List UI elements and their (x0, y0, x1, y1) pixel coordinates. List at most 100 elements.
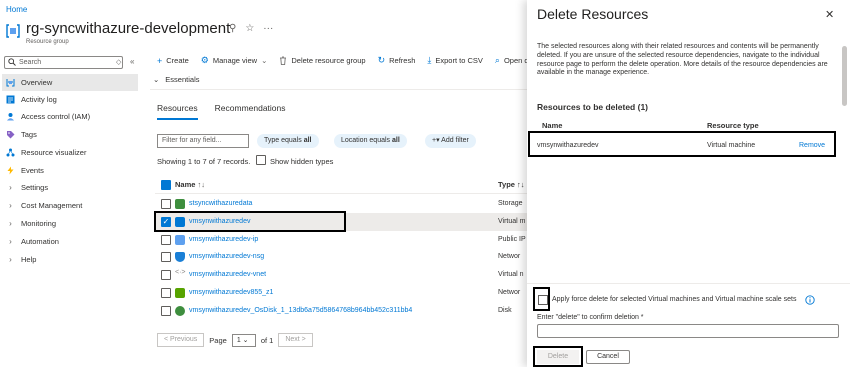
info-icon[interactable] (805, 295, 815, 305)
resource-name-link[interactable]: stsyncwithazuredata (189, 200, 252, 207)
refresh-label: Refresh (389, 56, 416, 65)
sidebar-item-iam[interactable]: Access control (IAM) (2, 108, 138, 125)
close-icon[interactable]: ✕ (825, 8, 834, 21)
sidebar-option-icon[interactable]: ◇ (116, 58, 121, 66)
confirm-delete-input[interactable] (537, 324, 839, 338)
overview-icon (6, 79, 15, 87)
location-filter-pill[interactable]: Location equals all (334, 134, 407, 148)
column-header-type[interactable]: Type ↑↓ (498, 180, 525, 189)
resource-name-link[interactable]: vmsynwithazuredev-vnet (189, 271, 266, 278)
resource-type: Networ (498, 253, 521, 260)
sidebar-item-cost-management[interactable]: › Cost Management (2, 197, 138, 214)
resource-name-link[interactable]: vmsynwithazuredev-ip (189, 236, 258, 243)
resource-type: Virtual n (498, 271, 524, 278)
resource-name-link[interactable]: vmsynwithazuredev855_z1 (189, 289, 273, 296)
scrollbar[interactable] (842, 46, 847, 106)
chevron-right-icon: › (9, 255, 12, 264)
pin-icon[interactable]: ⚲ (229, 23, 236, 34)
sidebar-item-label: Tags (21, 130, 37, 139)
delete-resource-group-button[interactable]: Delete resource group (279, 55, 366, 66)
next-page-button[interactable]: Next > (278, 333, 313, 347)
events-icon (7, 166, 14, 175)
tab-recommendations[interactable]: Recommendations (215, 103, 286, 120)
divider (155, 193, 527, 194)
type-filter-label: Type equals (264, 137, 302, 144)
row-checkbox[interactable] (161, 306, 171, 316)
divider (527, 283, 850, 284)
essentials-label: Essentials (165, 75, 200, 84)
row-checkbox[interactable] (161, 288, 171, 298)
filter-input[interactable]: Filter for any field... (157, 134, 249, 148)
chevron-down-icon: ⌄ (153, 75, 160, 84)
row-checkbox[interactable] (161, 270, 171, 280)
add-filter-button[interactable]: +▾ Add filter (425, 134, 476, 148)
resource-type: Storage (498, 200, 523, 207)
sidebar-item-monitoring[interactable]: › Monitoring (2, 215, 138, 232)
show-hidden-label: Show hidden types (270, 157, 334, 166)
row-checkbox[interactable] (161, 235, 171, 245)
table-row[interactable]: <·> vmsynwithazuredev-vnet Virtual n (155, 266, 527, 284)
cancel-button[interactable]: Cancel (586, 350, 630, 364)
type-filter-pill[interactable]: Type equals all (257, 134, 319, 148)
sidebar-item-label: Monitoring (21, 219, 57, 228)
sidebar-search-input[interactable]: Search (4, 56, 123, 69)
chevron-down-icon: ⌄ (261, 56, 268, 65)
tab-resources[interactable]: Resources (157, 103, 198, 120)
resource-type: Disk (498, 307, 512, 314)
table-row[interactable]: vmsynwithazuredev_OsDisk_1_13db6a75d5864… (155, 302, 527, 320)
show-hidden-checkbox[interactable] (256, 155, 266, 165)
panel-description: The selected resources along with their … (537, 43, 828, 77)
export-csv-button[interactable]: ⤓ Export to CSV (427, 55, 483, 66)
table-row[interactable]: vmsynwithazuredev855_z1 Networ (155, 284, 527, 302)
resource-type: Virtual m (498, 218, 526, 225)
type-filter-value: all (303, 137, 312, 144)
disk-icon (175, 306, 185, 316)
page-subtitle: Resource group (26, 39, 69, 45)
sidebar-item-automation[interactable]: › Automation (2, 233, 138, 250)
divider (150, 89, 527, 90)
pagination: < Previous Page 1 ⌄ of 1 Next > (157, 333, 313, 347)
resource-name-link[interactable]: vmsynwithazuredev-nsg (189, 253, 264, 260)
gear-icon: ⚙ (200, 55, 209, 65)
delete-rg-label: Delete resource group (291, 56, 366, 65)
search-icon (8, 58, 16, 66)
essentials-toggle[interactable]: ⌄ Essentials (153, 75, 199, 84)
breadcrumb[interactable]: Home (6, 5, 27, 14)
plus-icon: + (157, 55, 163, 66)
sidebar-item-label: Access control (IAM) (21, 112, 91, 121)
chevron-right-icon: › (9, 201, 12, 210)
sidebar-item-activity-log[interactable]: Activity log (2, 91, 138, 108)
sidebar-item-help[interactable]: › Help (2, 251, 138, 268)
network-security-group-icon (175, 252, 185, 262)
select-all-checkbox[interactable] (161, 180, 171, 190)
sidebar-item-events[interactable]: Events (2, 162, 138, 179)
collapse-sidebar-icon[interactable]: « (130, 57, 134, 66)
column-header-name[interactable]: Name ↑↓ (175, 180, 205, 189)
row-checkbox[interactable] (161, 252, 171, 262)
sidebar-item-overview[interactable]: Overview (2, 74, 138, 91)
sidebar-item-settings[interactable]: › Settings (2, 179, 138, 196)
query-icon: ⌕ (494, 55, 500, 65)
row-checkbox[interactable] (161, 199, 171, 209)
sidebar-item-label: Activity log (21, 95, 57, 104)
table-row[interactable]: vmsynwithazuredev-nsg Networ (155, 248, 527, 266)
manage-view-button[interactable]: ⚙ Manage view ⌄ (201, 55, 268, 66)
iam-icon (7, 113, 14, 121)
refresh-button[interactable]: ↻ Refresh (378, 55, 416, 66)
create-button[interactable]: + Create (157, 55, 189, 66)
create-label: Create (166, 56, 189, 65)
sidebar-item-resource-visualizer[interactable]: Resource visualizer (2, 144, 138, 161)
table-row[interactable]: vmsynwithazuredev-ip Public IP (155, 231, 527, 249)
page-select[interactable]: 1 ⌄ (231, 333, 256, 347)
location-filter-value: all (392, 137, 400, 144)
page-title: rg-syncwithazure-development (26, 20, 231, 37)
resource-name-link[interactable]: vmsynwithazuredev_OsDisk_1_13db6a75d5864… (189, 307, 412, 314)
public-ip-icon (175, 235, 185, 245)
highlight-box (533, 287, 550, 311)
sidebar-item-tags[interactable]: Tags (2, 126, 138, 143)
previous-page-button[interactable]: < Previous (157, 333, 205, 347)
more-icon[interactable]: ··· (263, 23, 273, 34)
add-filter-icon: +▾ (432, 137, 440, 144)
star-icon[interactable]: ☆ (245, 23, 254, 34)
page-select-value: 1 (236, 336, 241, 344)
